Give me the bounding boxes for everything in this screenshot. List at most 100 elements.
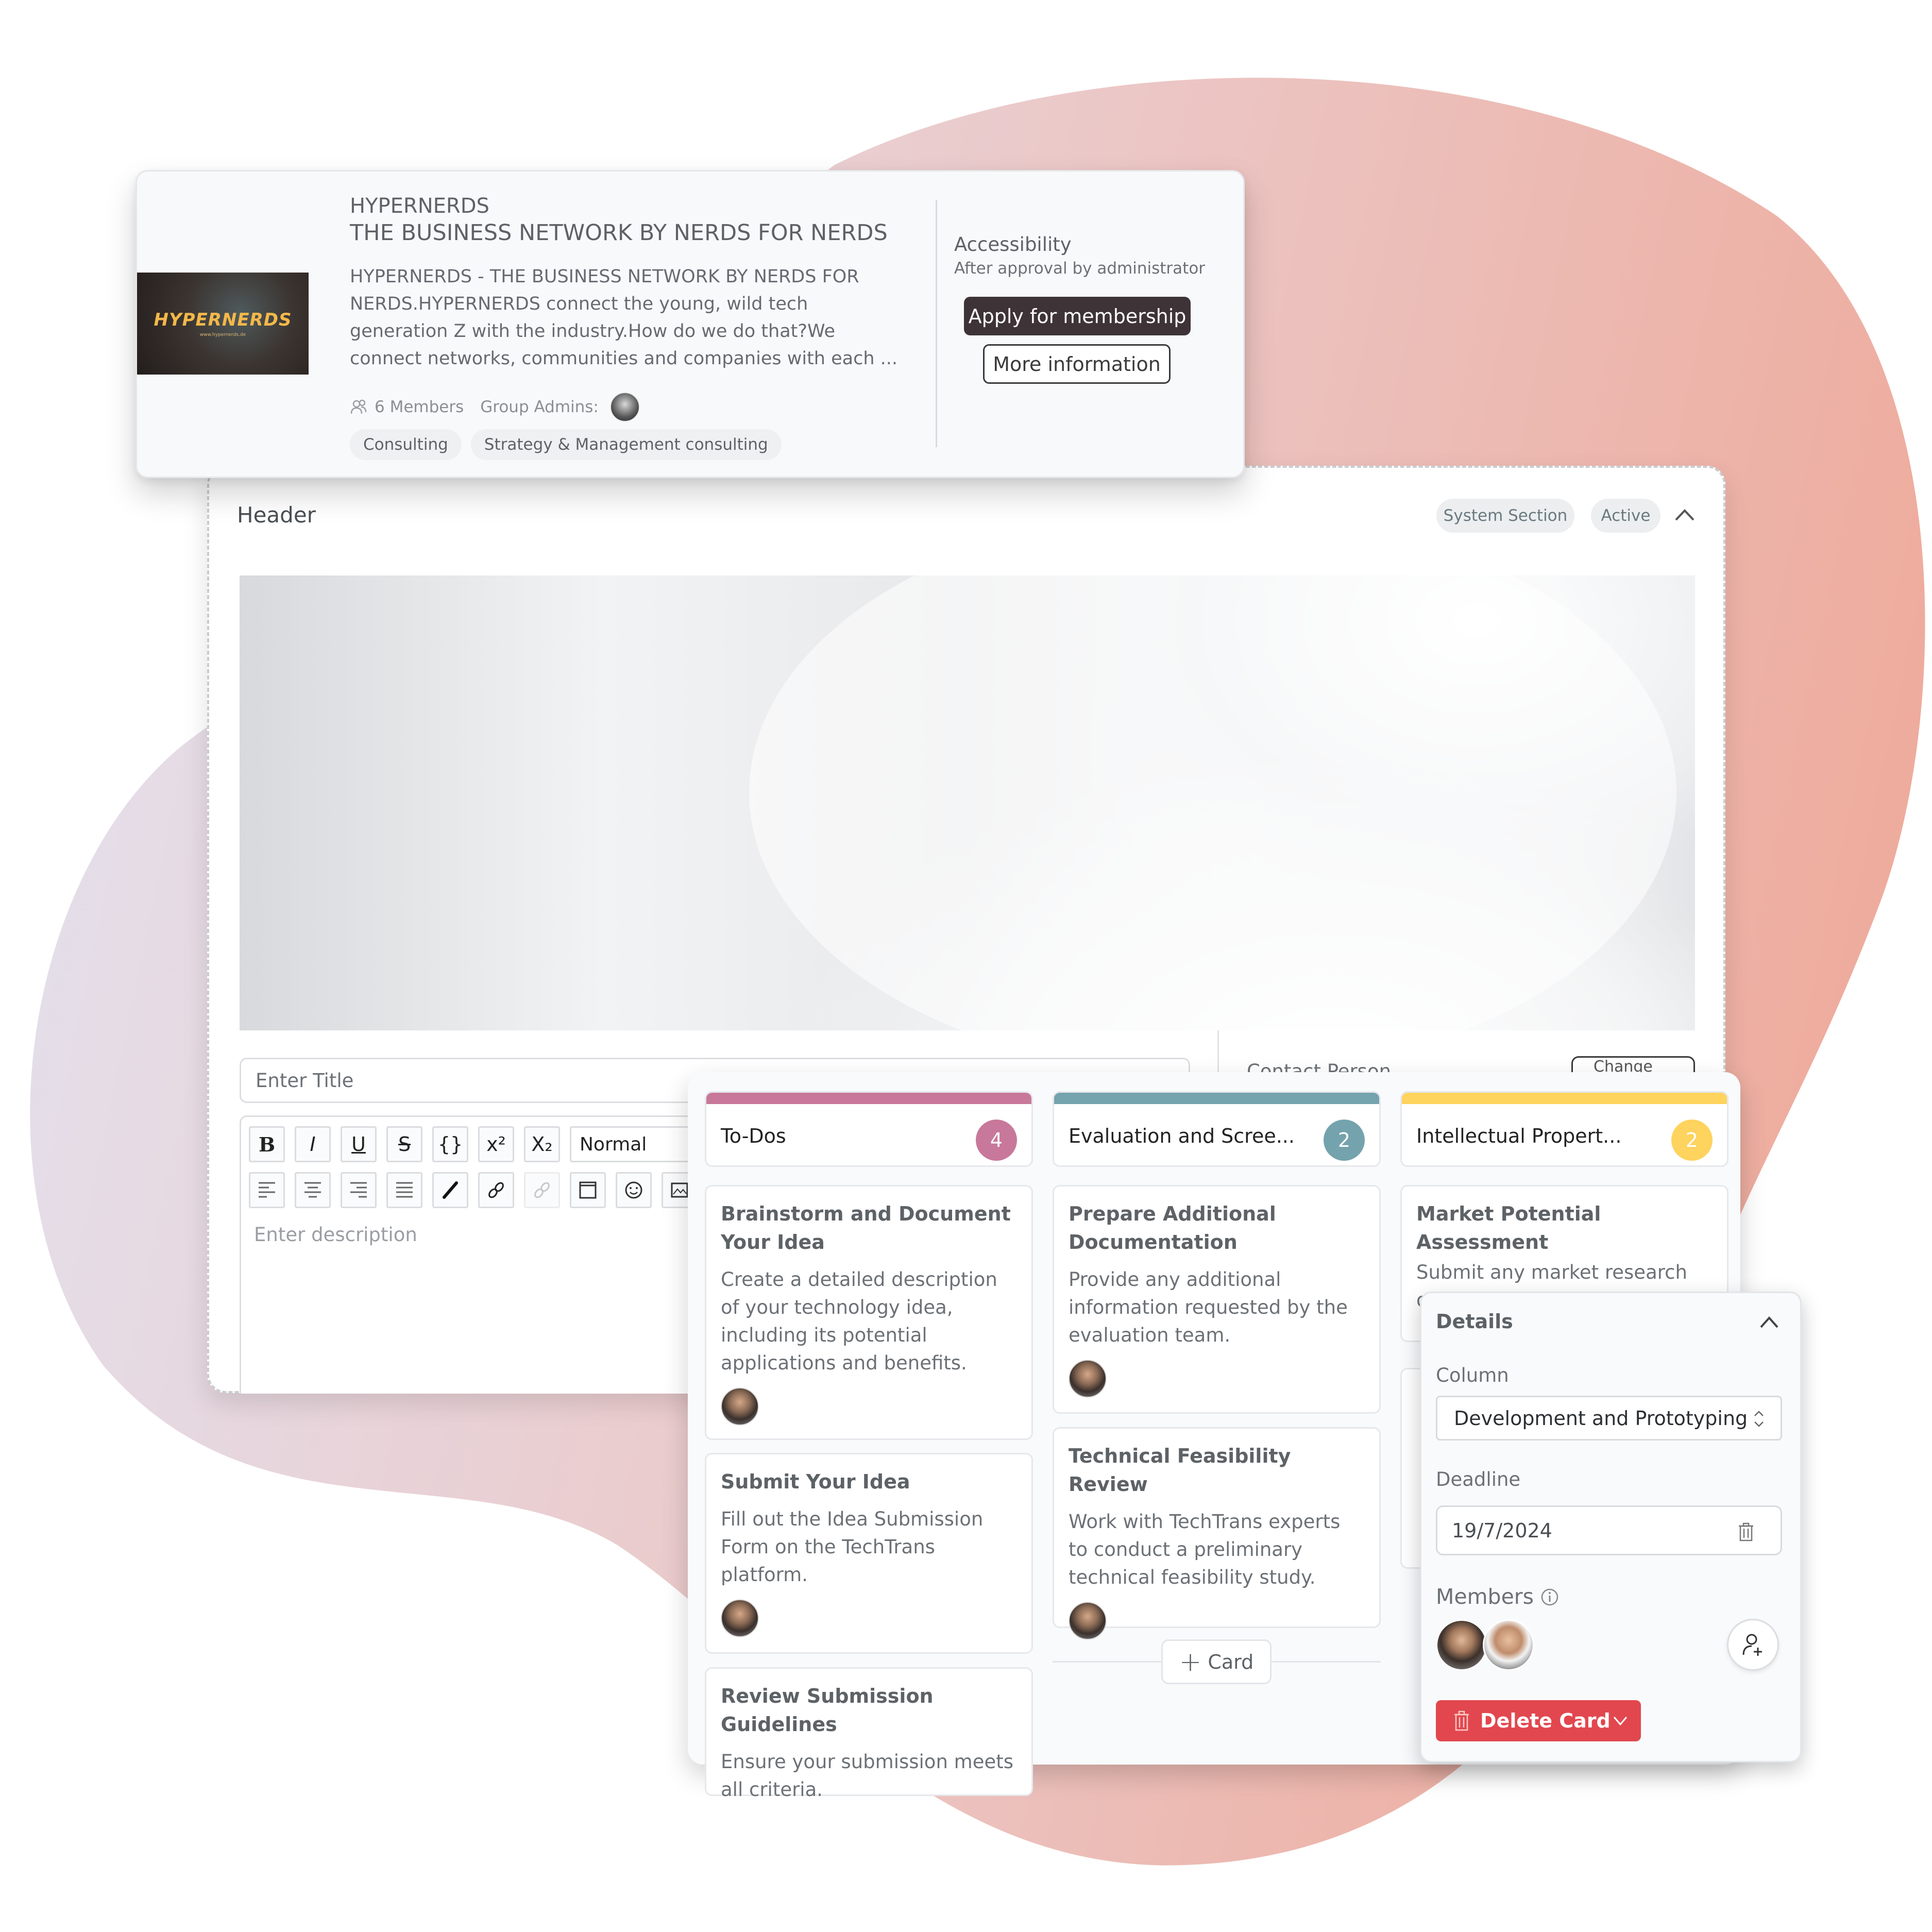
align-right-icon[interactable]	[341, 1172, 377, 1208]
plus-icon: +	[1179, 1646, 1202, 1677]
add-member-button[interactable]	[1727, 1619, 1779, 1671]
section-title: Header	[237, 502, 316, 528]
info-icon[interactable]	[1540, 1588, 1559, 1606]
task-title: Review Submission Guidelines	[721, 1685, 934, 1736]
select-updown-icon	[1754, 1411, 1764, 1427]
emoji-icon[interactable]	[616, 1172, 652, 1208]
align-left-icon[interactable]	[249, 1172, 285, 1208]
task-description: Fill out the Idea Submission Form on the…	[721, 1508, 984, 1586]
deadline-label: Deadline	[1436, 1468, 1521, 1490]
justify-icon[interactable]	[386, 1172, 422, 1208]
column-count-badge: 4	[976, 1120, 1017, 1161]
task-description: Work with TechTrans experts to conduct a…	[1069, 1511, 1341, 1588]
link-icon[interactable]	[478, 1172, 514, 1208]
collapse-chevron-up-icon[interactable]	[1672, 502, 1698, 528]
apply-membership-button[interactable]: Apply for membership	[964, 297, 1191, 335]
task-description: Provide any additional information reque…	[1069, 1268, 1348, 1346]
chevron-down-icon[interactable]	[1611, 1713, 1630, 1728]
subscript-button[interactable]: X₂	[524, 1126, 560, 1162]
add-user-icon	[1742, 1634, 1762, 1656]
align-center-icon[interactable]	[295, 1172, 331, 1208]
assignee-avatar[interactable]	[1069, 1360, 1107, 1398]
logo-wordmark: HYPERNERDS	[154, 310, 292, 330]
assignee-avatar[interactable]	[1069, 1602, 1107, 1640]
contact-divider	[1217, 1030, 1219, 1077]
superscript-button[interactable]: x²	[478, 1126, 514, 1162]
task-card[interactable]: Prepare Additional Documentation Provide…	[1053, 1185, 1381, 1414]
italic-button[interactable]: I	[295, 1126, 331, 1162]
task-description: Create a detailed description of your te…	[721, 1268, 997, 1374]
task-title: Submit Your Idea	[721, 1470, 910, 1493]
editor-toolbar-row-1: B I U S {} x² X₂ Normal	[249, 1126, 693, 1162]
deadline-input[interactable]: 19/7/2024	[1436, 1505, 1782, 1555]
delete-card-label: Delete Card	[1480, 1709, 1611, 1732]
member-count: 6 Members	[375, 398, 464, 416]
members-icon	[350, 399, 367, 414]
column-count-badge: 2	[1671, 1120, 1713, 1161]
group-meta: 6 Members Group Admins:	[350, 392, 640, 422]
clear-date-trash-icon[interactable]	[1737, 1522, 1755, 1542]
task-card[interactable]: Review Submission Guidelines Ensure your…	[705, 1667, 1033, 1801]
column-header-todos[interactable]: To-Dos 4	[705, 1091, 1033, 1167]
details-title: Details	[1436, 1310, 1513, 1333]
description-placeholder: Enter description	[254, 1224, 417, 1246]
embed-icon[interactable]	[570, 1172, 606, 1208]
task-card[interactable]: Submit Your Idea Fill out the Idea Submi…	[705, 1453, 1033, 1654]
task-card[interactable]: Brainstorm and Document Your Idea Create…	[705, 1185, 1033, 1440]
column-header-ip[interactable]: Intellectual Propert... 2	[1400, 1091, 1728, 1167]
group-tagline: THE BUSINESS NETWORK BY NERDS FOR NERDS	[350, 220, 888, 246]
column-select[interactable]: Development and Prototyping	[1436, 1396, 1782, 1440]
group-description: HYPERNERDS - THE BUSINESS NETWORK BY NER…	[350, 266, 898, 369]
task-title: Prepare Additional Documentation	[1069, 1202, 1276, 1253]
assignee-avatar[interactable]	[721, 1387, 759, 1426]
active-badge[interactable]: Active	[1591, 499, 1660, 533]
column-name: To-Dos	[721, 1125, 786, 1147]
column-select-value: Development and Prototyping	[1454, 1406, 1748, 1430]
column-name: Intellectual Propert...	[1416, 1125, 1622, 1147]
group-card: HYPERNERDS www.hypernerds.de HYPERNERDS …	[135, 170, 1245, 478]
trash-icon	[1454, 1710, 1469, 1731]
group-logo[interactable]: HYPERNERDS www.hypernerds.de	[137, 273, 309, 375]
strikethrough-button[interactable]: S	[386, 1126, 422, 1162]
member-avatar[interactable]	[1483, 1619, 1534, 1671]
add-card-label: Card	[1208, 1650, 1254, 1673]
column-name: Evaluation and Scree...	[1069, 1125, 1295, 1147]
unlink-icon[interactable]	[524, 1172, 560, 1208]
task-title: Technical Feasibility Review	[1069, 1445, 1291, 1496]
tag-strategy[interactable]: Strategy & Management consulting	[470, 429, 782, 460]
column-header-evaluation[interactable]: Evaluation and Scree... 2	[1053, 1091, 1381, 1167]
color-picker-icon[interactable]	[432, 1172, 468, 1208]
code-button[interactable]: {}	[432, 1126, 468, 1162]
group-name[interactable]: HYPERNERDS	[350, 194, 489, 218]
admin-avatar[interactable]	[609, 392, 640, 422]
contact-person-label: Contact Person	[1247, 1060, 1392, 1073]
task-title: Brainstorm and Document Your Idea	[721, 1202, 1011, 1253]
more-information-button[interactable]: More information	[983, 344, 1171, 384]
accessibility-title: Accessibility	[954, 233, 1072, 256]
group-tags: Consulting Strategy & Management consult…	[350, 429, 782, 460]
logo-url: www.hypernerds.de	[199, 332, 246, 337]
assignee-avatar[interactable]	[721, 1599, 759, 1637]
task-description: Ensure your submission meets all criteri…	[721, 1751, 1014, 1801]
column-color-bar	[1054, 1093, 1379, 1104]
column-color-bar	[1402, 1093, 1727, 1104]
format-select[interactable]: Normal	[570, 1126, 693, 1162]
column-count-badge: 2	[1324, 1120, 1365, 1161]
system-section-badge: System Section	[1436, 499, 1574, 533]
delete-card-button[interactable]: Delete Card	[1436, 1700, 1641, 1741]
task-card[interactable]: Technical Feasibility Review Work with T…	[1053, 1427, 1381, 1640]
column-label: Column	[1436, 1364, 1509, 1386]
header-image[interactable]	[240, 509, 1695, 1076]
column-color-bar	[706, 1093, 1031, 1104]
group-divider	[936, 200, 937, 447]
add-card-button[interactable]: + Card	[1161, 1639, 1272, 1684]
group-admins-label: Group Admins:	[480, 398, 599, 416]
collapse-chevron-up-icon[interactable]	[1758, 1313, 1781, 1331]
editor-toolbar-row-2	[249, 1172, 698, 1208]
task-title: Market Potential Assessment	[1416, 1202, 1601, 1253]
bold-button[interactable]: B	[249, 1126, 285, 1162]
underline-button[interactable]: U	[341, 1126, 377, 1162]
tag-consulting[interactable]: Consulting	[350, 429, 462, 460]
member-avatar[interactable]	[1436, 1619, 1487, 1671]
members-label: Members	[1436, 1584, 1534, 1609]
